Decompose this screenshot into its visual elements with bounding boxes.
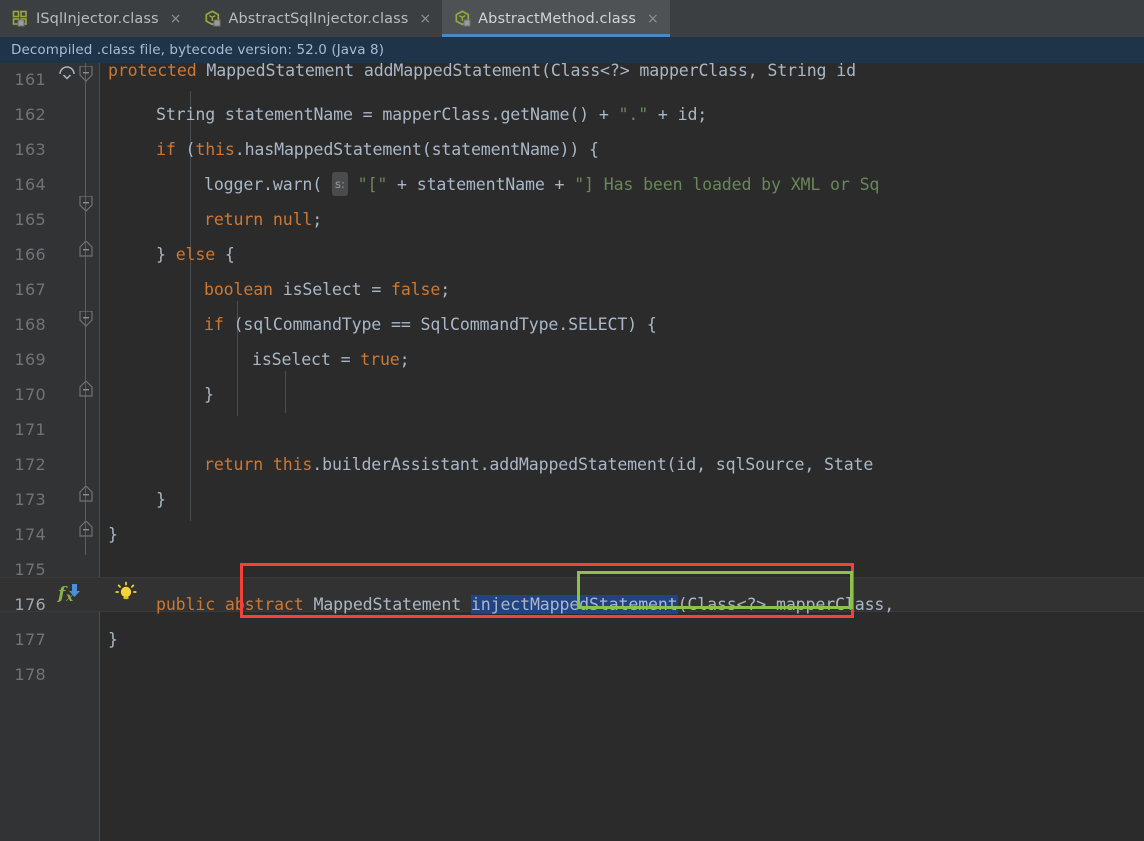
code-row: 177 } xyxy=(0,623,1144,658)
code-text: boolean isSelect = false; xyxy=(204,280,451,299)
code-text: isSelect = true; xyxy=(252,350,410,369)
line-number: 165 xyxy=(14,210,46,229)
selected-identifier[interactable]: injectMappedStatement xyxy=(470,595,678,614)
code-row: 173 } xyxy=(0,483,1144,518)
parameter-hint-badge: s: xyxy=(331,172,348,196)
code-row: 171 xyxy=(0,413,1144,448)
tab-abstractmethod[interactable]: AbstractMethod.class × xyxy=(442,0,670,37)
line-number: 164 xyxy=(14,175,46,194)
code-editor[interactable]: f x 161 protected MappedStatement addMap… xyxy=(0,63,1144,841)
class-icon xyxy=(454,10,471,27)
line-number: 171 xyxy=(14,420,46,439)
code-row: 174 } xyxy=(0,518,1144,553)
tab-close-icon[interactable]: × xyxy=(647,12,659,26)
notification-text: Decompiled .class file, bytecode version… xyxy=(11,42,385,58)
tab-isqlinjector[interactable]: ISqlInjector.class × xyxy=(0,0,193,37)
code-row: 161 protected MappedStatement addMappedS… xyxy=(0,63,1144,98)
code-text: protected MappedStatement addMappedState… xyxy=(108,63,856,80)
interface-icon xyxy=(12,10,29,27)
code-row: 172 return this.builderAssistant.addMapp… xyxy=(0,448,1144,483)
line-number: 169 xyxy=(14,350,46,369)
line-number: 173 xyxy=(14,490,46,509)
code-row-current: 176 public abstract MappedStatement inje… xyxy=(0,588,1144,623)
line-number: 167 xyxy=(14,280,46,299)
decompiled-notification-bar: Decompiled .class file, bytecode version… xyxy=(0,37,1144,63)
code-text: if (sqlCommandType == SqlCommandType.SEL… xyxy=(204,315,657,334)
code-row: 165 return null; xyxy=(0,203,1144,238)
line-number: 175 xyxy=(14,560,46,579)
line-number: 170 xyxy=(14,385,46,404)
code-row: 178 xyxy=(0,658,1144,693)
code-row: 170 } xyxy=(0,378,1144,413)
code-text: } xyxy=(108,630,118,649)
tab-abstractsqlinjector[interactable]: AbstractSqlInjector.class × xyxy=(192,0,443,37)
code-row: 167 boolean isSelect = false; xyxy=(0,273,1144,308)
line-number: 176 xyxy=(14,595,46,614)
tab-label: ISqlInjector.class xyxy=(36,10,159,27)
line-number: 162 xyxy=(14,105,46,124)
code-text: } else { xyxy=(156,245,235,264)
code-row: 163 if (this.hasMappedStatement(statemen… xyxy=(0,133,1144,168)
tab-close-icon[interactable]: × xyxy=(170,12,182,26)
code-row: 169 isSelect = true; xyxy=(0,343,1144,378)
code-row: 164 logger.warn( s: "[" + statementName … xyxy=(0,168,1144,203)
code-row: 168 if (sqlCommandType == SqlCommandType… xyxy=(0,308,1144,343)
code-text: } xyxy=(108,525,118,544)
code-row: 166 } else { xyxy=(0,238,1144,273)
code-text: } xyxy=(156,490,166,509)
tab-label: AbstractMethod.class xyxy=(478,10,637,27)
line-number: 168 xyxy=(14,315,46,334)
code-text: if (this.hasMappedStatement(statementNam… xyxy=(156,140,599,159)
line-number: 166 xyxy=(14,245,46,264)
tab-label: AbstractSqlInjector.class xyxy=(228,10,409,27)
class-icon xyxy=(204,10,221,27)
code-row: 162 String statementName = mapperClass.g… xyxy=(0,98,1144,133)
code-row: 175 xyxy=(0,553,1144,588)
line-number: 178 xyxy=(14,665,46,684)
code-text: return null; xyxy=(204,210,323,229)
line-number: 174 xyxy=(14,525,46,544)
code-text: return this.builderAssistant.addMappedSt… xyxy=(204,455,874,474)
code-lines: 161 protected MappedStatement addMappedS… xyxy=(0,63,1144,693)
line-number: 163 xyxy=(14,140,46,159)
line-number: 161 xyxy=(14,70,46,89)
tab-close-icon[interactable]: × xyxy=(419,12,431,26)
line-number: 177 xyxy=(14,630,46,649)
code-text: public abstract MappedStatement injectMa… xyxy=(156,595,895,614)
code-text: String statementName = mapperClass.getNa… xyxy=(156,105,708,124)
editor-tab-bar: ISqlInjector.class × AbstractSqlInjector… xyxy=(0,0,1144,37)
line-number: 172 xyxy=(14,455,46,474)
code-text: } xyxy=(204,385,214,404)
code-text: logger.warn( s: "[" + statementName + "]… xyxy=(204,172,879,198)
